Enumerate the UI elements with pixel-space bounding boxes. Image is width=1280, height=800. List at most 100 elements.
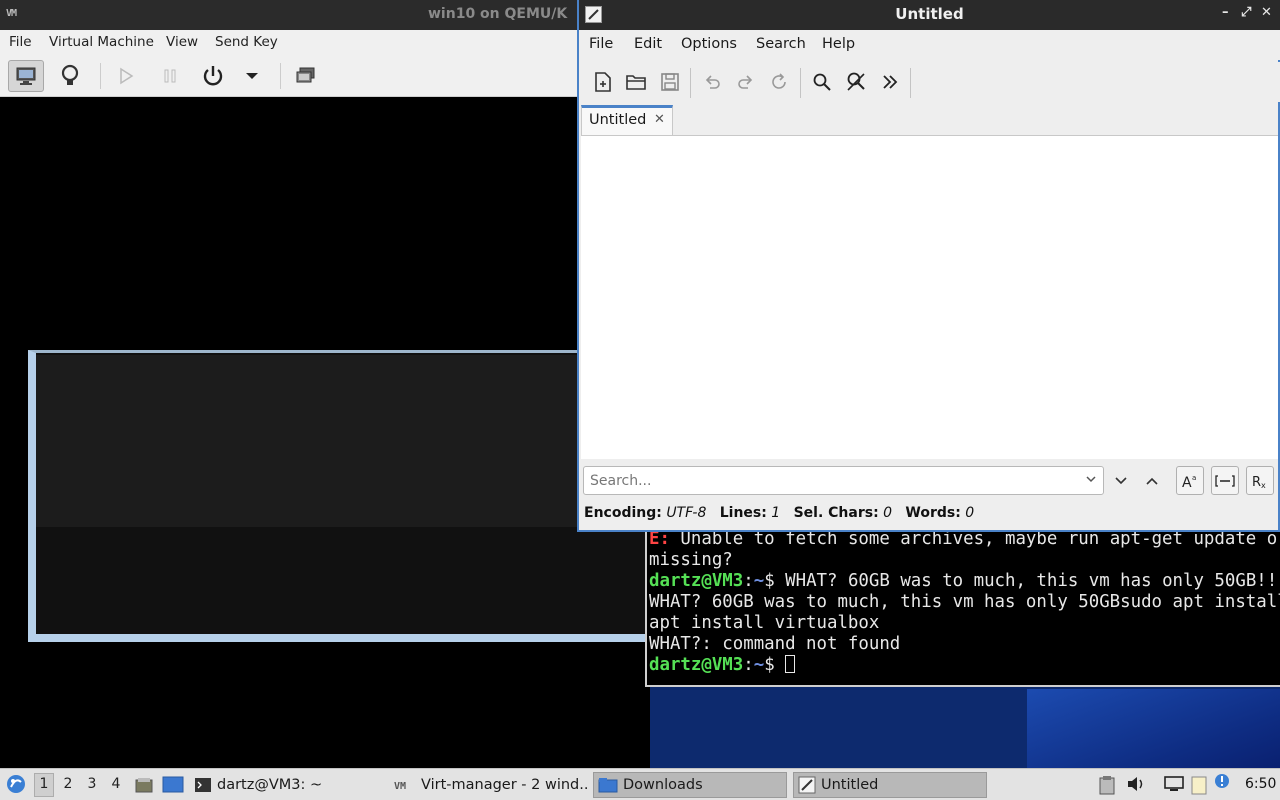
start-menu-icon[interactable]	[5, 773, 27, 795]
redo-icon[interactable]	[732, 68, 760, 96]
workspace-4[interactable]: 4	[106, 776, 126, 792]
words-value: 0	[965, 505, 975, 521]
clipboard-icon[interactable]	[1098, 775, 1116, 795]
play-icon[interactable]	[108, 60, 144, 92]
terminal-cursor	[785, 655, 796, 673]
vm-toolbar-separator	[280, 63, 281, 89]
workspace-3[interactable]: 3	[82, 776, 102, 792]
encoding-value: UTF-8	[666, 505, 707, 521]
sel-chars-value: 0	[883, 505, 893, 521]
terminal-window[interactable]: E: Unable to fetch some archives, maybe …	[645, 527, 1280, 687]
vm-menu-view[interactable]: View	[166, 34, 198, 50]
svg-text:R: R	[1252, 475, 1261, 490]
search-history-dropdown-icon[interactable]	[1085, 473, 1097, 489]
terminal-line: dartz@VM3:~$ WHAT? 60GB was to much, thi…	[649, 571, 1280, 591]
editor-toolbar-separator	[910, 68, 911, 98]
clock[interactable]: 6:50	[1245, 776, 1276, 792]
folder-icon	[598, 777, 618, 793]
tab-close-icon[interactable]: ✕	[654, 112, 665, 127]
desktop-wallpaper	[1027, 689, 1280, 768]
terminal-line: WHAT? 60GB was to much, this vm has only…	[649, 592, 1280, 612]
search-input[interactable]	[584, 467, 1079, 494]
task-virt-manager[interactable]: VM Virt-manager - 2 wind...	[390, 772, 588, 798]
save-icon[interactable]	[656, 68, 684, 96]
screens-icon[interactable]	[288, 60, 324, 92]
tab-label: Untitled	[589, 112, 647, 128]
desktop-launcher-icon[interactable]	[162, 775, 184, 795]
new-file-icon[interactable]	[589, 68, 617, 96]
reload-icon[interactable]	[765, 68, 793, 96]
open-folder-icon[interactable]	[622, 68, 650, 96]
minimize-icon[interactable]: –	[1222, 5, 1229, 20]
terminal-line: apt install virtualbox	[649, 613, 880, 633]
task-virt-manager-label: Virt-manager - 2 wind...	[421, 777, 588, 793]
text-editor-icon	[798, 776, 816, 794]
taskbar: 1 2 3 4 dartz@VM3: ~ VM Virt-manager - 2…	[0, 768, 1280, 800]
vm-menu-send-key[interactable]: Send Key	[215, 34, 278, 50]
vm-menu-virtual-machine[interactable]: Virtual Machine	[49, 34, 154, 50]
editor-menu-help[interactable]: Help	[822, 36, 855, 52]
find-next-icon[interactable]	[1107, 466, 1135, 495]
svg-text:VM: VM	[394, 781, 406, 792]
vm-menubar: File Virtual Machine View Send Key	[0, 30, 650, 55]
lines-value: 1	[771, 505, 781, 521]
editor-toolbar-separator	[690, 68, 691, 98]
find-replace-icon[interactable]	[842, 68, 870, 96]
vm-toolbar-separator	[100, 63, 101, 89]
chevron-down-icon[interactable]	[234, 60, 270, 92]
terminal-line: WHAT?: command not found	[649, 634, 901, 654]
vm-titlebar[interactable]: VM win10 on QEMU/K	[0, 0, 650, 30]
match-case-icon[interactable]: Aa	[1176, 466, 1204, 495]
workspace-2[interactable]: 2	[58, 776, 78, 792]
svg-text:A: A	[1182, 475, 1192, 490]
virt-manager-logo-icon: VM	[6, 8, 17, 19]
virt-manager-window: VM win10 on QEMU/K File Virtual Machine …	[0, 0, 650, 768]
undo-icon[interactable]	[698, 68, 726, 96]
editor-menu-edit[interactable]: Edit	[634, 36, 662, 52]
find-previous-icon[interactable]	[1138, 466, 1166, 495]
task-terminal[interactable]: dartz@VM3: ~	[190, 772, 370, 798]
editor-titlebar[interactable]: Untitled – ⤢ ✕	[579, 0, 1280, 30]
editor-menu-file[interactable]: File	[589, 36, 613, 52]
terminal-line: E: Unable to fetch some archives, maybe …	[649, 529, 1280, 549]
terminal-icon	[194, 777, 212, 793]
file-manager-launcher-icon[interactable]	[134, 775, 154, 795]
task-untitled-editor[interactable]: Untitled	[793, 772, 987, 798]
lightbulb-icon[interactable]	[52, 60, 88, 92]
vm-menu-file[interactable]: File	[9, 34, 32, 50]
virt-manager-icon: VM	[394, 778, 416, 792]
workspace-1[interactable]: 1	[34, 773, 54, 797]
editor-text-area[interactable]	[581, 135, 1278, 459]
search-field[interactable]	[583, 466, 1104, 495]
editor-window-title: Untitled	[895, 5, 964, 23]
volume-icon[interactable]	[1126, 775, 1146, 793]
close-icon[interactable]: ✕	[1261, 5, 1272, 20]
task-terminal-label: dartz@VM3: ~	[217, 777, 323, 793]
maximize-icon[interactable]: ⤢	[1241, 5, 1251, 20]
more-tools-icon[interactable]	[876, 68, 904, 96]
notes-icon[interactable]	[1189, 775, 1209, 795]
whole-word-icon[interactable]	[1211, 466, 1239, 495]
editor-menubar: File Edit Options Search Help	[579, 30, 1280, 60]
power-icon[interactable]	[195, 60, 231, 92]
pause-icon[interactable]	[152, 60, 188, 92]
guest-dialog-body	[36, 355, 650, 527]
editor-toolbar	[579, 62, 1280, 102]
text-editor-window: Untitled – ⤢ ✕ File Edit Options Search …	[577, 0, 1280, 532]
notification-icon[interactable]	[1214, 773, 1230, 789]
task-downloads[interactable]: Downloads	[593, 772, 787, 798]
vm-toolbar	[0, 55, 650, 97]
network-icon[interactable]	[1163, 775, 1185, 793]
find-icon[interactable]	[808, 68, 836, 96]
guest-dialog	[28, 350, 650, 642]
tab-untitled[interactable]: Untitled ✕	[581, 105, 673, 135]
status-bar: Encoding: UTF-8 Lines: 1 Sel. Chars: 0 W…	[584, 505, 975, 521]
regex-icon[interactable]: Rx	[1246, 466, 1274, 495]
editor-menu-search[interactable]: Search	[756, 36, 806, 52]
terminal-prompt-line: dartz@VM3:~$	[649, 655, 796, 676]
editor-menu-options[interactable]: Options	[681, 36, 737, 52]
svg-text:a: a	[1192, 474, 1196, 482]
svg-text:x: x	[1261, 481, 1266, 490]
vm-window-title: win10 on QEMU/K	[428, 6, 568, 22]
monitor-icon[interactable]	[8, 60, 44, 92]
